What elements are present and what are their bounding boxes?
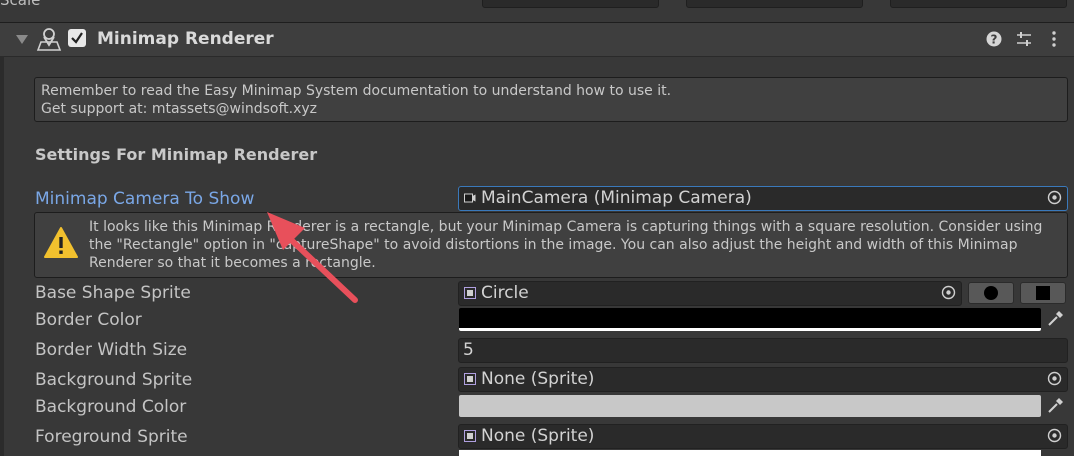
border-width-value: 5 xyxy=(463,340,474,360)
info-help-box: Remember to read the Easy Minimap System… xyxy=(34,77,1068,122)
background-color-label: Background Color xyxy=(35,397,187,417)
checkmark-icon xyxy=(71,32,83,44)
warning-text: It looks like this Minimap Renderer is a… xyxy=(89,219,1043,271)
filled-circle-icon xyxy=(984,286,998,300)
circle-shape-button[interactable] xyxy=(968,282,1014,304)
sprite-icon xyxy=(464,373,476,385)
next-color-swatch[interactable] xyxy=(459,450,1041,456)
transform-scale-row: Scale xyxy=(0,0,1074,22)
scale-y-field[interactable] xyxy=(686,0,863,8)
background-color-swatch[interactable] xyxy=(459,395,1041,417)
object-picker-icon[interactable] xyxy=(941,285,956,300)
object-picker-icon[interactable] xyxy=(1047,371,1062,386)
svg-text:?: ? xyxy=(991,33,998,47)
presets-icon[interactable] xyxy=(1015,30,1033,48)
section-title: Settings For Minimap Renderer xyxy=(35,145,318,164)
annotation-arrow xyxy=(267,212,358,303)
scale-x-field[interactable] xyxy=(482,0,659,8)
warning-help-box: It looks like this Minimap Renderer is a… xyxy=(34,212,1068,278)
warning-icon xyxy=(44,227,78,258)
square-shape-button[interactable] xyxy=(1020,282,1066,304)
camera-label[interactable]: Minimap Camera To Show xyxy=(35,189,254,209)
base-shape-label: Base Shape Sprite xyxy=(35,283,191,303)
help-icon[interactable]: ? xyxy=(985,30,1003,48)
info-line-2: Get support at: mtassets@windsoft.xyz xyxy=(41,101,318,117)
camera-object-field[interactable]: MainCamera (Minimap Camera) xyxy=(458,186,1068,211)
filled-square-icon xyxy=(1036,286,1050,300)
background-sprite-label: Background Sprite xyxy=(35,370,193,390)
base-shape-value: Circle xyxy=(481,283,529,303)
border-color-label: Border Color xyxy=(35,310,142,330)
info-line-1: Remember to read the Easy Minimap System… xyxy=(41,83,672,99)
inspector-left-edge xyxy=(0,56,4,456)
scale-z-field[interactable] xyxy=(890,0,1067,8)
sprite-icon xyxy=(464,430,476,442)
component-title: Minimap Renderer xyxy=(97,29,274,49)
object-picker-icon[interactable] xyxy=(1047,190,1062,205)
kebab-menu-icon[interactable] xyxy=(1045,30,1063,48)
foreground-sprite-label: Foreground Sprite xyxy=(35,427,188,447)
border-color-swatch[interactable] xyxy=(459,308,1041,331)
base-shape-object-field[interactable]: Circle xyxy=(458,281,962,306)
eyedropper-icon[interactable] xyxy=(1044,308,1066,330)
foreground-sprite-value: None (Sprite) xyxy=(481,426,595,446)
sprite-icon xyxy=(464,287,476,299)
object-picker-icon[interactable] xyxy=(1047,428,1062,443)
foreground-sprite-object-field[interactable]: None (Sprite) xyxy=(458,424,1068,449)
foldout-arrow-icon[interactable] xyxy=(16,35,28,44)
border-width-input[interactable]: 5 xyxy=(458,338,1068,363)
map-pin-person-icon xyxy=(36,28,62,51)
background-sprite-value: None (Sprite) xyxy=(481,369,595,389)
eyedropper-icon[interactable] xyxy=(1044,395,1066,417)
border-width-label: Border Width Size xyxy=(35,340,188,360)
background-sprite-object-field[interactable]: None (Sprite) xyxy=(458,367,1068,392)
camera-icon xyxy=(464,193,476,203)
scale-label: Scale xyxy=(0,0,41,9)
enabled-checkbox[interactable] xyxy=(68,29,86,47)
camera-value: MainCamera (Minimap Camera) xyxy=(481,188,752,208)
